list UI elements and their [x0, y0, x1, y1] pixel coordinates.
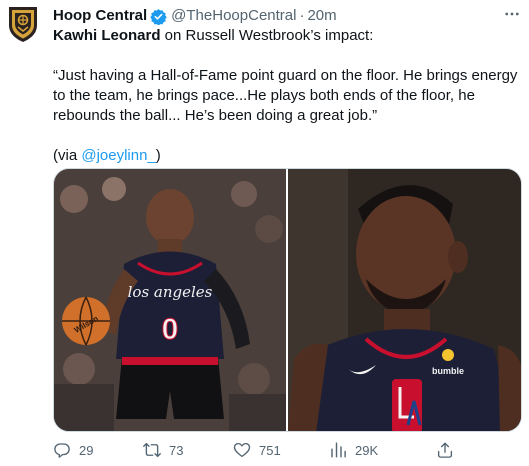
- via-line: (via @joeylinn_): [53, 146, 523, 166]
- views-button[interactable]: 29K: [329, 438, 378, 462]
- author-handle[interactable]: @TheHoopCentral: [171, 6, 296, 26]
- tweet[interactable]: Hoop Central @TheHoopCentral · 20m Kawhi…: [0, 0, 529, 466]
- reply-button[interactable]: 29: [53, 438, 93, 462]
- quote-text: “Just having a Hall-of-Fame point guard …: [53, 67, 518, 124]
- reply-count: 29: [79, 442, 94, 458]
- views-chart-icon: [331, 442, 346, 458]
- leonard-illustration: bumble: [288, 169, 521, 431]
- via-prefix: (via: [53, 147, 82, 164]
- tweet-header: Hoop Central @TheHoopCentral · 20m: [53, 6, 337, 26]
- more-dots-icon[interactable]: [500, 4, 524, 24]
- tweet-text: Kawhi Leonard on Russell Westbrook’s imp…: [53, 26, 523, 166]
- like-button[interactable]: 751: [233, 438, 281, 462]
- timestamp[interactable]: 20m: [307, 6, 336, 26]
- photo-leonard[interactable]: bumble: [288, 169, 521, 431]
- like-count: 751: [259, 442, 281, 458]
- action-bar: 29 73 751 29K: [53, 438, 523, 462]
- tweet-intro-line: Kawhi Leonard on Russell Westbrook’s imp…: [53, 26, 523, 46]
- via-suffix: ): [155, 147, 161, 164]
- display-name[interactable]: Hoop Central: [53, 6, 147, 26]
- heart-icon: [233, 442, 251, 458]
- sponsor-text: bumble: [432, 366, 464, 376]
- subject-name: Kawhi Leonard: [53, 27, 161, 44]
- intro-rest: on Russell Westbrook’s impact:: [160, 27, 374, 44]
- retweet-button[interactable]: 73: [143, 438, 183, 462]
- retweet-count: 73: [169, 442, 184, 458]
- avatar[interactable]: [4, 4, 42, 44]
- verified-badge-icon: [150, 8, 167, 25]
- media-grid: los angeles 0 Wilson bumble: [53, 168, 522, 432]
- jersey-script: los angeles: [128, 283, 213, 301]
- reply-icon: [54, 443, 70, 458]
- photo-westbrook[interactable]: los angeles 0 Wilson: [54, 169, 286, 431]
- views-count: 29K: [355, 442, 379, 458]
- westbrook-illustration: los angeles 0 Wilson: [54, 169, 286, 431]
- via-link[interactable]: @joeylinn_: [81, 147, 155, 164]
- share-icon: [437, 442, 453, 458]
- retweet-icon: [143, 442, 161, 458]
- hoop-central-shield-logo: [9, 7, 37, 42]
- jersey-number: 0: [162, 313, 179, 346]
- share-button[interactable]: [436, 438, 462, 462]
- separator-dot: ·: [299, 7, 305, 24]
